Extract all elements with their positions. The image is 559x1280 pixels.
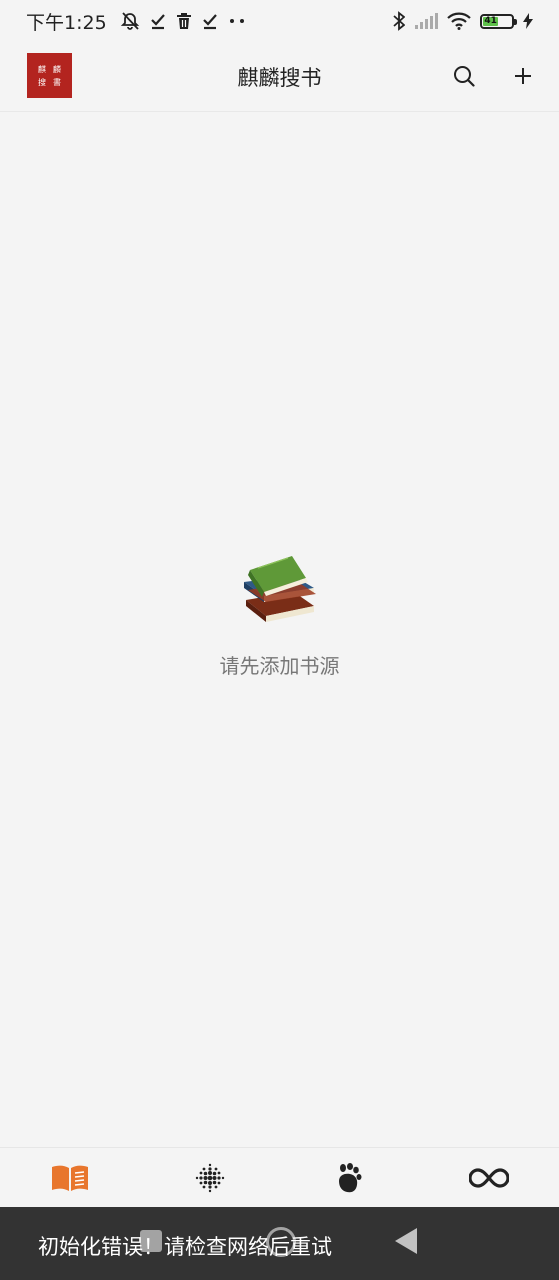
dot-grid-icon [195, 1163, 224, 1192]
paw-icon [339, 1162, 362, 1192]
nav-bookshelf-tab[interactable] [0, 1148, 140, 1207]
open-book-icon [51, 1165, 88, 1191]
bottom-nav [0, 1147, 559, 1207]
infinity-icon [469, 1167, 510, 1188]
battery-icon: 41 [480, 13, 517, 29]
trash-icon [176, 13, 191, 29]
battery-level: 41 [483, 16, 499, 26]
nav-more-tab[interactable] [419, 1148, 559, 1207]
nav-community-tab[interactable] [280, 1148, 420, 1207]
app-bar: 麒 麟 搜 書 麒麟搜书 [0, 42, 559, 112]
wifi-icon [447, 12, 471, 30]
bluetooth-icon [393, 11, 405, 31]
check-icon [150, 14, 165, 30]
nav-discover-tab[interactable] [140, 1148, 280, 1207]
back-button[interactable] [393, 1226, 419, 1256]
toast-message: 初始化错误！请检查网络后重试 [38, 1235, 332, 1259]
system-nav-bar: 初始化错误！请检查网络后重试 [0, 1207, 559, 1280]
alarm-off-icon [120, 12, 139, 30]
add-button[interactable] [507, 60, 539, 92]
empty-message: 请先添加书源 [219, 654, 340, 678]
books-stack-icon [243, 556, 316, 622]
charging-icon [523, 13, 533, 29]
plus-icon [515, 68, 531, 84]
signal-icon [415, 13, 438, 29]
search-button[interactable] [448, 60, 480, 92]
more-dots-icon [229, 19, 244, 23]
empty-state: 请先添加书源 [0, 548, 559, 679]
search-icon [454, 66, 475, 87]
status-bar: 下午1:25 41 [0, 0, 559, 42]
check-icon [202, 14, 217, 30]
status-time: 下午1:25 [26, 11, 107, 34]
